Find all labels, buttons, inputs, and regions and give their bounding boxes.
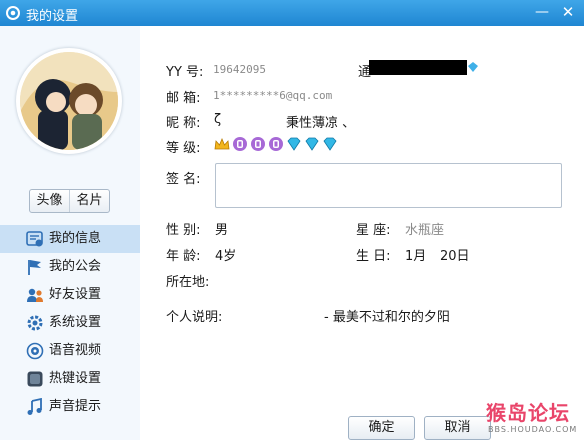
email-label: 邮 箱:	[166, 91, 201, 106]
settings-nav: 我的信息 我的公会 好友设置 系统设置 语音视频 热键设置 声音提示	[0, 225, 140, 421]
moon-badge-icon	[269, 137, 283, 151]
location-label: 所在地:	[166, 275, 210, 290]
nav-item-my-guild[interactable]: 我的公会	[0, 253, 140, 281]
nav-label: 我的公会	[49, 259, 102, 274]
nav-item-system-settings[interactable]: 系统设置	[0, 309, 140, 337]
nickname-prefix: ζ	[214, 112, 222, 127]
bio-value: - 最美不过和尔的夕阳	[324, 310, 450, 325]
constellation-value: 水瓶座	[405, 223, 445, 238]
avatar-button[interactable]: 头像	[30, 190, 69, 212]
nickname-label: 昵 称:	[166, 116, 201, 131]
profile-panel: YY 号: 19642095 通 邮 箱: 1*********6@qq.com…	[140, 26, 584, 440]
gender-label: 性 别:	[166, 223, 201, 238]
watermark-logo: 猴岛论坛 BBS.HOUDAO.COM	[482, 395, 584, 440]
birthday-day: 20日	[440, 249, 470, 264]
birthday-label: 生 日:	[356, 249, 391, 264]
settings-app-icon	[6, 6, 20, 20]
nav-label: 热键设置	[49, 371, 102, 386]
diamond-badge-icon	[287, 137, 301, 151]
nav-item-hotkey-settings[interactable]: 热键设置	[0, 365, 140, 393]
avatar-button-group: 头像 名片	[29, 189, 110, 213]
nickname-value: 秉性薄凉 、	[286, 116, 356, 131]
nav-item-my-info[interactable]: 我的信息	[0, 225, 140, 253]
nav-label: 好友设置	[49, 287, 102, 302]
level-label: 等 级:	[166, 141, 201, 156]
card-button[interactable]: 名片	[69, 190, 109, 212]
yy-number-value: 19642095	[213, 63, 266, 76]
minimize-button[interactable]: —	[532, 3, 552, 21]
keyboard-icon	[27, 371, 43, 387]
nav-label: 语音视频	[49, 343, 102, 358]
birthday-month: 1月	[405, 249, 427, 264]
music-note-icon	[27, 398, 42, 415]
diamond-icon[interactable]	[468, 62, 478, 72]
signature-label: 签 名:	[166, 172, 201, 187]
constellation-label: 星 座:	[356, 223, 391, 238]
window-title: 我的设置	[26, 9, 79, 24]
flag-icon	[28, 260, 41, 275]
diamond-badge-icon	[323, 137, 337, 151]
bio-label: 个人说明:	[166, 310, 223, 325]
profile-card-icon	[26, 231, 43, 247]
diamond-badge-icon	[305, 137, 319, 151]
email-value: 1*********6@qq.com	[213, 89, 333, 102]
cancel-button[interactable]: 取消	[424, 416, 491, 440]
age-label: 年 龄:	[166, 249, 201, 264]
yy-number-label: YY 号:	[166, 65, 204, 80]
avatar-image	[20, 52, 118, 150]
moon-badge-icon	[251, 137, 265, 151]
ok-button[interactable]: 确定	[348, 416, 415, 440]
title-bar: 我的设置 — ✕	[0, 0, 584, 26]
gender-value: 男	[215, 223, 229, 238]
nav-label: 系统设置	[49, 315, 102, 330]
level-badges	[214, 136, 338, 154]
redacted-block	[369, 60, 467, 75]
nav-label: 声音提示	[49, 399, 102, 414]
sidebar: 头像 名片 我的信息 我的公会 好友设置 系统设置 语音视频 热键设置 声音提示	[0, 26, 140, 440]
watermark-text: 猴岛论坛	[486, 401, 570, 425]
age-value: 4岁	[215, 249, 237, 264]
nav-item-voice-video[interactable]: 语音视频	[0, 337, 140, 365]
nav-label: 我的信息	[49, 231, 102, 246]
nav-item-friend-settings[interactable]: 好友设置	[0, 281, 140, 309]
gear-icon	[27, 315, 43, 331]
headset-icon	[26, 342, 44, 360]
moon-badge-icon	[233, 137, 247, 151]
signature-input[interactable]	[215, 163, 562, 208]
nav-item-sound-alerts[interactable]: 声音提示	[0, 393, 140, 421]
watermark-url: BBS.HOUDAO.COM	[488, 425, 578, 434]
avatar[interactable]	[16, 48, 122, 154]
crown-icon	[214, 137, 230, 150]
close-button[interactable]: ✕	[558, 3, 578, 21]
friends-icon	[27, 288, 43, 302]
